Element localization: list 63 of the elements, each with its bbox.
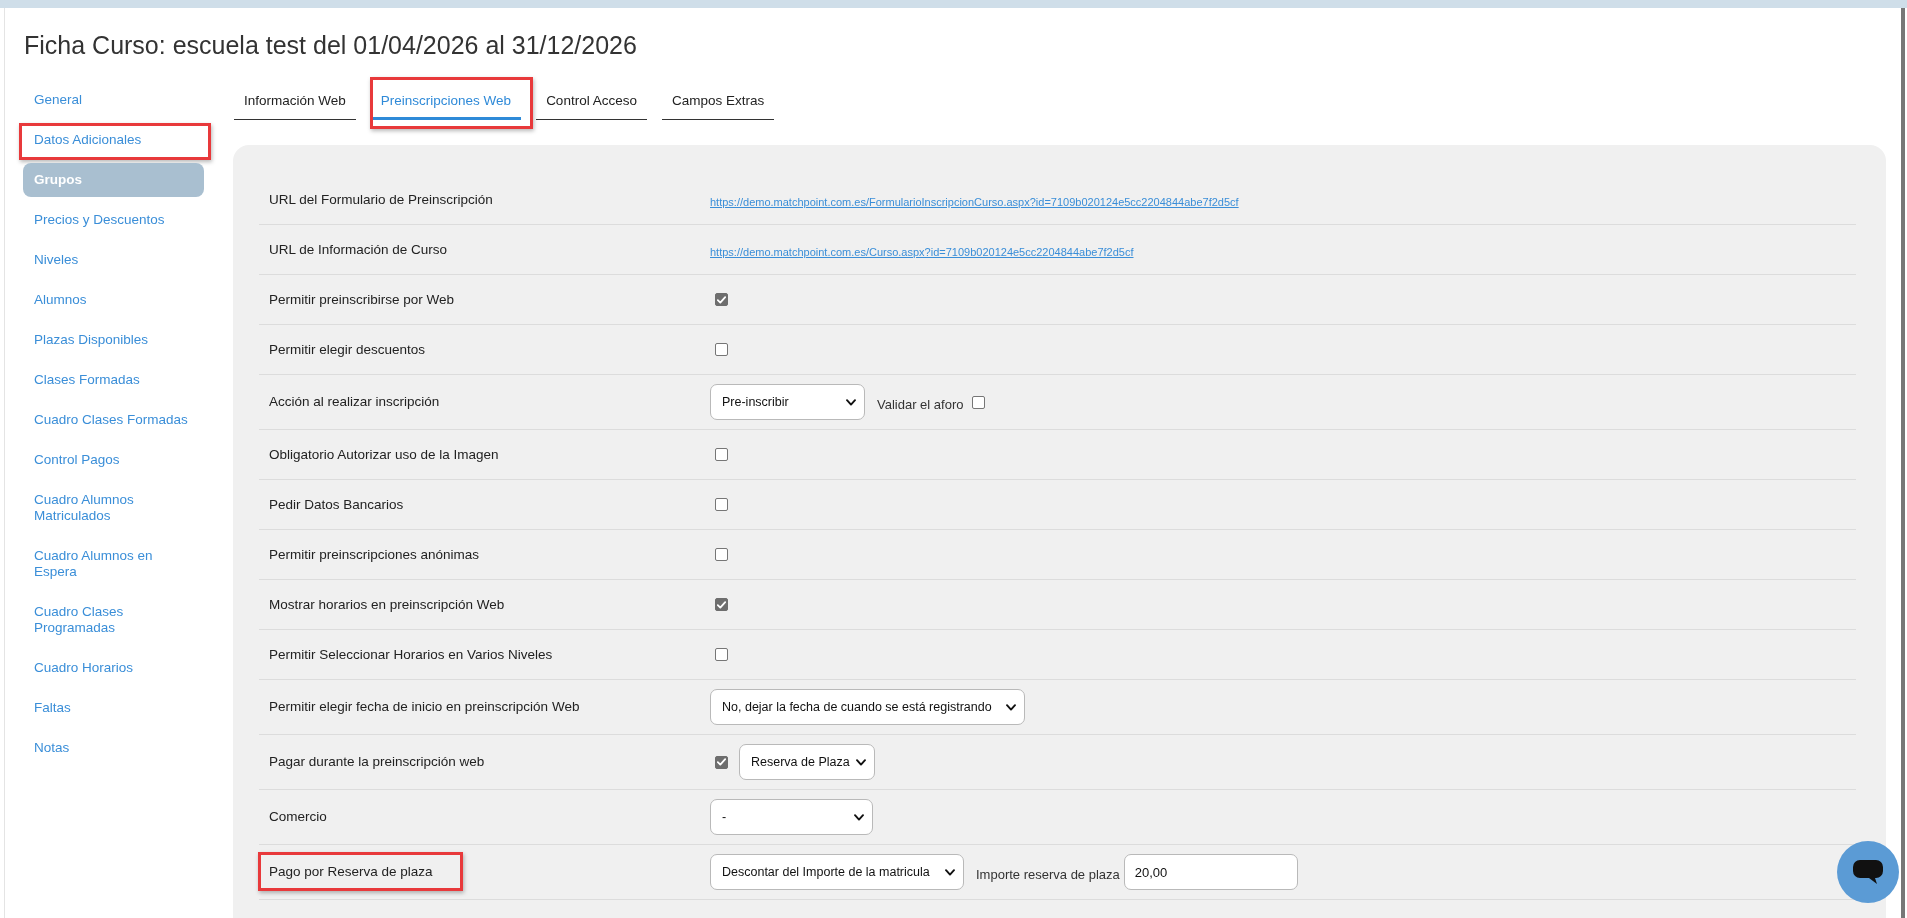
- checkbox[interactable]: [715, 755, 728, 769]
- checkbox[interactable]: [715, 598, 728, 611]
- checkbox[interactable]: [715, 293, 728, 306]
- checkbox[interactable]: [972, 395, 986, 409]
- sidebar-link[interactable]: Cuadro Clases Formadas: [23, 403, 204, 437]
- checkbox[interactable]: [715, 448, 728, 461]
- sidebar-link[interactable]: Cuadro Alumnos Matriculados: [23, 483, 204, 533]
- field-label: Permitir Seleccionar Horarios en Varios Niveles: [269, 646, 553, 663]
- sidebar-link[interactable]: Plazas Disponibles: [23, 323, 204, 357]
- field-label: Permitir elegir fecha de inicio en preinscripción Web: [269, 699, 580, 715]
- checkmark-icon: [717, 758, 726, 766]
- sidebar-link[interactable]: Grupos: [23, 163, 204, 197]
- page-title: Ficha Curso: escuela test del 01/04/2026 al 31/12/2026: [24, 30, 638, 60]
- amount-input[interactable]: 20,00: [1123, 854, 1298, 890]
- sidebar-link[interactable]: Cuadro Clases Programadas: [23, 595, 204, 645]
- tab[interactable]: Campos Extras: [661, 82, 775, 120]
- checkbox[interactable]: [715, 343, 728, 356]
- chat-bubble-icon: [1853, 860, 1883, 884]
- field-label: Obligatorio Autorizar uso de la Imagen: [269, 446, 499, 463]
- field-label: Acción al realizar inscripción: [269, 394, 440, 410]
- chevron-down-icon: [855, 758, 866, 766]
- dropdown[interactable]: Reserva de Plaza: [739, 744, 875, 780]
- sidebar-link[interactable]: Precios y Descuentos: [23, 203, 204, 237]
- chevron-down-icon: [854, 813, 864, 821]
- dropdown[interactable]: Descontar del Importe de la matricula: [710, 854, 964, 890]
- checkbox[interactable]: [715, 498, 728, 511]
- checkbox[interactable]: [715, 548, 728, 561]
- field-label: Permitir preinscribirse por Web: [269, 291, 455, 308]
- sidebar-link[interactable]: Faltas: [23, 691, 204, 725]
- sidebar-link[interactable]: Notas: [23, 731, 204, 765]
- field-label: Pedir Datos Bancarios: [269, 496, 404, 513]
- sidebar-link[interactable]: General: [23, 83, 204, 117]
- field-label: Validar el aforo: [877, 396, 964, 412]
- field-label: URL del Formulario de Preinscripción: [269, 191, 493, 208]
- sidebar-link[interactable]: Alumnos: [23, 283, 204, 317]
- chevron-down-icon: [945, 868, 955, 876]
- tab[interactable]: Información Web: [234, 82, 356, 120]
- url-link[interactable]: https://demo.matchpoint.com.es/Curso.aspx?id=7109b020124e5cc2204844abe7f2d5cf: [710, 245, 1134, 258]
- sidebar-link[interactable]: Datos Adicionales: [23, 123, 204, 157]
- field-label: Permitir preinscripciones anónimas: [269, 546, 480, 563]
- field-label: Pagar durante la preinscripción web: [269, 754, 485, 770]
- tab[interactable]: Preinscripciones Web: [370, 82, 522, 120]
- field-label: Mostrar horarios en preinscripción Web: [269, 596, 505, 613]
- chevron-down-icon: [1006, 703, 1016, 711]
- field-label: Permitir elegir descuentos: [269, 341, 426, 358]
- checkbox[interactable]: [715, 648, 728, 661]
- dropdown[interactable]: No, dejar la fecha de cuando se está registrando: [710, 689, 1025, 725]
- chevron-down-icon: [846, 398, 856, 406]
- sidebar-link[interactable]: Niveles: [23, 243, 204, 277]
- tab[interactable]: Control Acceso: [536, 82, 647, 120]
- sidebar-link[interactable]: Control Pagos: [23, 443, 204, 477]
- field-label: Pago por Reserva de plaza: [269, 864, 433, 880]
- sidebar-link[interactable]: Cuadro Alumnos en Espera: [23, 539, 204, 589]
- dropdown[interactable]: -: [710, 799, 873, 835]
- sidebar-link[interactable]: Clases Formadas: [23, 363, 204, 397]
- url-link[interactable]: https://demo.matchpoint.com.es/FormularioInscripcionCurso.aspx?id=7109b020124e5cc2204844abe7f2d5cf: [710, 195, 1239, 208]
- field-label: Comercio: [269, 809, 327, 825]
- sidebar-link[interactable]: Cuadro Horarios: [23, 651, 204, 685]
- checkmark-icon: [717, 295, 726, 304]
- checkmark-icon: [717, 600, 726, 609]
- field-label: Importe reserva de plaza: [976, 866, 1120, 882]
- field-label: URL de Información de Curso: [269, 241, 448, 258]
- dropdown[interactable]: Pre-inscribir: [710, 384, 865, 420]
